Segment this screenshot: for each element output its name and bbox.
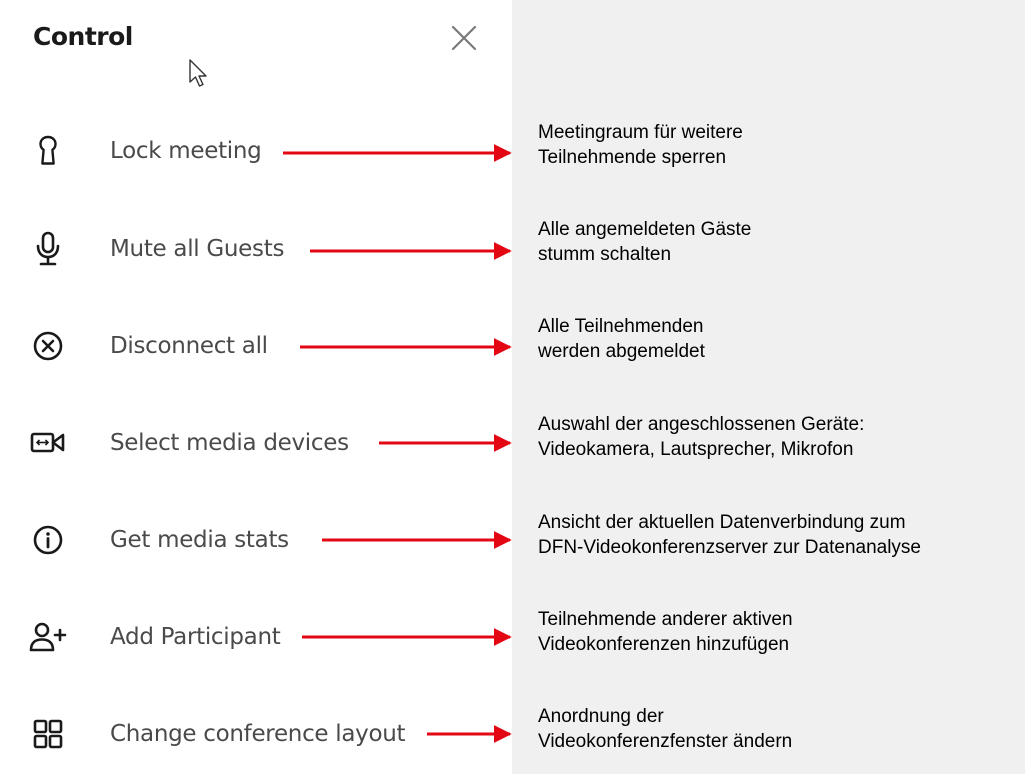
menu-item-label: Change conference layout bbox=[110, 721, 406, 747]
menu-item-change-conference-layout[interactable]: Change conference layout bbox=[28, 710, 498, 758]
annotation-line: werden abgemeldet bbox=[538, 341, 705, 362]
menu-item-get-media-stats[interactable]: Get media stats bbox=[28, 516, 498, 564]
annotation-line: Teilnehmende sperren bbox=[538, 147, 727, 168]
annotation-line: Alle Teilnehmenden bbox=[538, 316, 704, 337]
annotation-line: Videokonferenzen hinzufügen bbox=[538, 634, 790, 655]
annotation-line: Teilnehmende anderer aktiven bbox=[538, 609, 793, 630]
circle-x-icon bbox=[28, 326, 68, 366]
annotation-select-media-devices: Auswahl der angeschlossenen Geräte: Vide… bbox=[538, 412, 1018, 462]
annotation-mute-all-guests: Alle angemeldeten Gäste stumm schalten bbox=[538, 217, 1018, 267]
menu-item-label: Select media devices bbox=[110, 430, 349, 456]
annotation-add-participant: Teilnehmende anderer aktiven Videokonfer… bbox=[538, 607, 1018, 657]
add-person-icon bbox=[28, 617, 68, 657]
annotation-line: stumm schalten bbox=[538, 244, 672, 265]
menu-item-mute-all-guests[interactable]: Mute all Guests bbox=[28, 225, 498, 273]
menu-item-label: Get media stats bbox=[110, 527, 289, 553]
annotation-line: Anordnung der bbox=[538, 706, 664, 727]
keyhole-lock-icon bbox=[28, 131, 68, 171]
menu-item-add-participant[interactable]: Add Participant bbox=[28, 613, 498, 661]
annotation-disconnect-all: Alle Teilnehmenden werden abgemeldet bbox=[538, 314, 1018, 364]
annotation-line: Videokonferenzfenster ändern bbox=[538, 731, 793, 752]
menu-item-label: Mute all Guests bbox=[110, 236, 285, 262]
media-device-icon bbox=[28, 423, 68, 463]
annotation-change-conference-layout: Anordnung der Videokonferenzfenster ände… bbox=[538, 704, 1018, 754]
menu-item-lock-meeting[interactable]: Lock meeting bbox=[28, 127, 498, 175]
menu-item-disconnect-all[interactable]: Disconnect all bbox=[28, 322, 498, 370]
menu-item-select-media-devices[interactable]: Select media devices bbox=[28, 419, 498, 467]
menu-item-label: Disconnect all bbox=[110, 333, 268, 359]
menu-item-label: Lock meeting bbox=[110, 138, 262, 164]
control-panel: Control Lock meeting Mute all Guests Dis… bbox=[0, 0, 512, 774]
annotation-line: Meetingraum für weitere bbox=[538, 122, 743, 143]
annotation-line: Ansicht der aktuellen Datenverbindung zu… bbox=[538, 512, 906, 533]
annotation-line: DFN-Videokonferenzserver zur Datenanalys… bbox=[538, 537, 921, 558]
grid-layout-icon bbox=[28, 714, 68, 754]
menu-item-label: Add Participant bbox=[110, 624, 281, 650]
annotation-get-media-stats: Ansicht der aktuellen Datenverbindung zu… bbox=[538, 510, 1018, 560]
close-icon[interactable] bbox=[446, 22, 480, 56]
annotation-line: Auswahl der angeschlossenen Geräte: bbox=[538, 414, 865, 435]
mouse-cursor-icon bbox=[188, 58, 212, 95]
panel-title: Control bbox=[33, 22, 133, 51]
microphone-icon bbox=[28, 229, 68, 269]
annotation-line: Alle angemeldeten Gäste bbox=[538, 219, 752, 240]
info-icon bbox=[28, 520, 68, 560]
annotation-lock-meeting: Meetingraum für weitere Teilnehmende spe… bbox=[538, 120, 1018, 170]
annotation-line: Videokamera, Lautsprecher, Mikrofon bbox=[538, 439, 854, 460]
